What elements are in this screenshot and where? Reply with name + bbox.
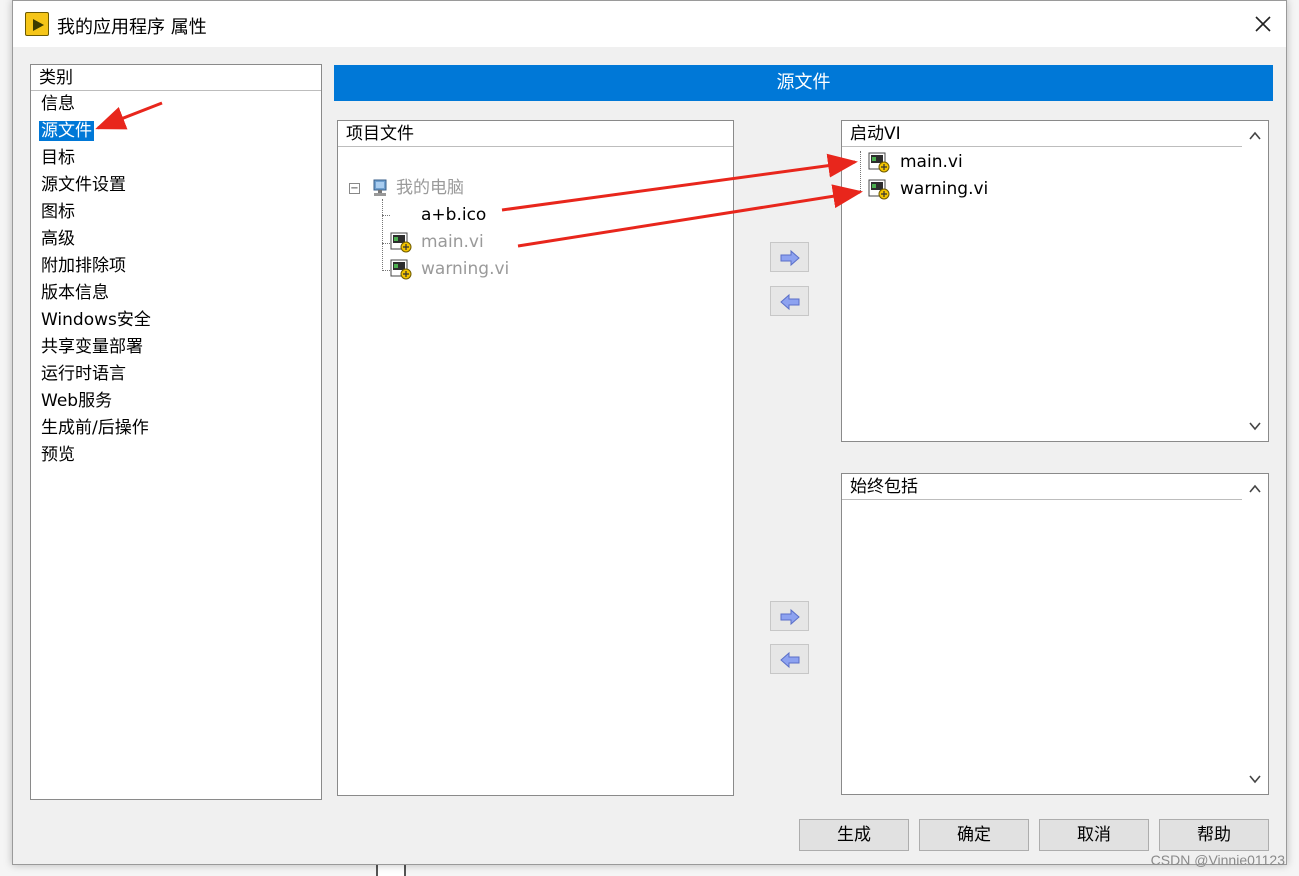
- always-included-header: 始终包括: [842, 474, 1242, 500]
- arrow-left-icon: [780, 651, 800, 669]
- title-bar: 我的应用程序 属性: [13, 1, 1286, 47]
- tree-connector: [860, 151, 861, 191]
- tree-item-warning-vi[interactable]: warning.vi: [421, 257, 509, 281]
- startup-scrollbar[interactable]: [1242, 121, 1268, 441]
- project-files-panel: 项目文件 − 我的电脑 a+b.ico main.vi warning.vi: [337, 120, 734, 796]
- labview-app-icon: [25, 12, 49, 36]
- add-to-startup-button[interactable]: [770, 242, 809, 272]
- arrow-right-icon: [780, 608, 800, 626]
- category-item-source-files[interactable]: 源文件: [35, 118, 321, 145]
- close-button[interactable]: [1248, 9, 1278, 39]
- background-bottom-strip: [0, 864, 1299, 876]
- category-header: 类别: [31, 65, 321, 91]
- startup-vis-panel: 启动VI main.vi warning.vi: [841, 120, 1269, 442]
- add-to-always-included-button[interactable]: [770, 601, 809, 631]
- vi-file-icon: [390, 259, 412, 280]
- properties-dialog: 我的应用程序 属性 类别 信息 源文件 目标 源文件设置 图标 高级 附加排除项…: [12, 0, 1287, 865]
- category-item-version-info[interactable]: 版本信息: [35, 280, 321, 307]
- category-item-web-services[interactable]: Web服务: [35, 388, 321, 415]
- category-item-source-file-settings[interactable]: 源文件设置: [35, 172, 321, 199]
- chevron-up-icon[interactable]: [1248, 482, 1262, 496]
- build-button[interactable]: 生成: [799, 819, 909, 851]
- category-list: 信息 源文件 目标 源文件设置 图标 高级 附加排除项 版本信息 Windows…: [31, 91, 321, 469]
- startup-item-warning-vi[interactable]: warning.vi: [900, 177, 988, 201]
- startup-vis-header: 启动VI: [842, 121, 1242, 147]
- category-item-shared-variable-deployment[interactable]: 共享变量部署: [35, 334, 321, 361]
- background-left-strip: [0, 0, 12, 876]
- ok-button[interactable]: 确定: [919, 819, 1029, 851]
- category-item-pre-post-build-actions[interactable]: 生成前/后操作: [35, 415, 321, 442]
- category-item-icon[interactable]: 图标: [35, 199, 321, 226]
- remove-from-always-included-button[interactable]: [770, 644, 809, 674]
- watermark: CSDN @Vinnie01123: [1150, 852, 1285, 868]
- tree-item-main-vi[interactable]: main.vi: [421, 230, 484, 254]
- tree-connector: [382, 243, 390, 244]
- close-icon: [1255, 16, 1271, 32]
- tree-connector: [382, 270, 390, 271]
- chevron-down-icon[interactable]: [1248, 772, 1262, 786]
- vi-file-icon: [868, 179, 890, 200]
- tree-item-icon-file[interactable]: a+b.ico: [421, 203, 486, 227]
- help-button[interactable]: 帮助: [1159, 819, 1269, 851]
- category-item-additional-exclusions[interactable]: 附加排除项: [35, 253, 321, 280]
- category-item-info[interactable]: 信息: [35, 91, 321, 118]
- startup-item-main-vi[interactable]: main.vi: [900, 150, 963, 174]
- vi-file-icon: [390, 232, 412, 253]
- category-item-runtime-languages[interactable]: 运行时语言: [35, 361, 321, 388]
- section-title-bar: 源文件: [334, 65, 1273, 101]
- tree-collapse-toggle[interactable]: −: [349, 183, 360, 194]
- category-panel: 类别 信息 源文件 目标 源文件设置 图标 高级 附加排除项 版本信息 Wind…: [30, 64, 322, 800]
- remove-from-startup-button[interactable]: [770, 286, 809, 316]
- tree-connector: [382, 199, 383, 271]
- arrow-right-icon: [780, 249, 800, 267]
- computer-icon: [373, 179, 387, 196]
- category-item-preview[interactable]: 预览: [35, 442, 321, 469]
- cancel-button[interactable]: 取消: [1039, 819, 1149, 851]
- always-included-scrollbar[interactable]: [1242, 474, 1268, 794]
- background-right-strip: [1287, 0, 1299, 876]
- always-included-panel: 始终包括: [841, 473, 1269, 795]
- project-files-header: 项目文件: [338, 121, 733, 147]
- chevron-down-icon[interactable]: [1248, 419, 1262, 433]
- chevron-up-icon[interactable]: [1248, 129, 1262, 143]
- category-item-advanced[interactable]: 高级: [35, 226, 321, 253]
- category-item-destinations[interactable]: 目标: [35, 145, 321, 172]
- tree-connector: [382, 215, 390, 216]
- window-title: 我的应用程序 属性: [57, 17, 207, 38]
- arrow-left-icon: [780, 293, 800, 311]
- tree-root-label[interactable]: 我的电脑: [396, 176, 464, 200]
- category-item-windows-security[interactable]: Windows安全: [35, 307, 321, 334]
- vi-file-icon: [868, 152, 890, 173]
